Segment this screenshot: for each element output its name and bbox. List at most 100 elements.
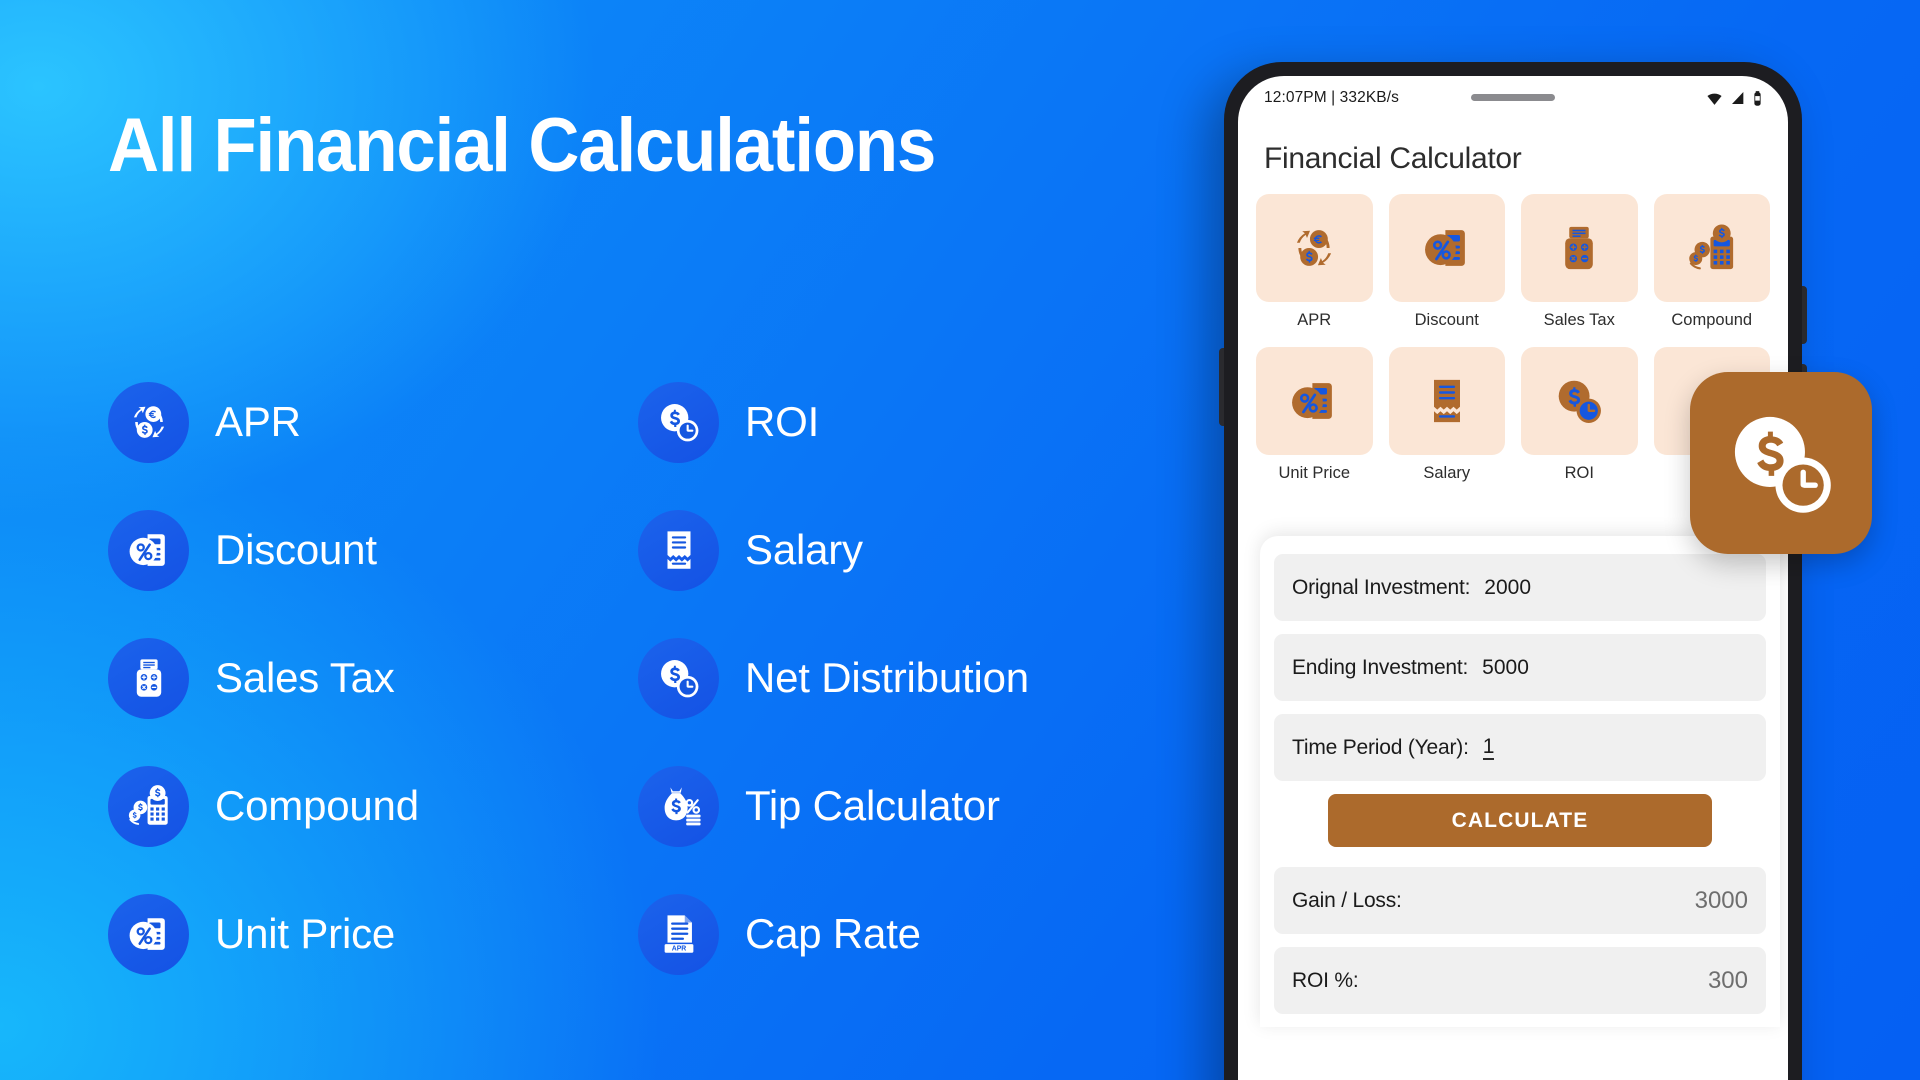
tile-label: Sales Tax	[1543, 311, 1615, 329]
coin-clock-icon	[1553, 375, 1605, 427]
field-label: Ending Investment:	[1292, 655, 1469, 679]
form-results: Gain / Loss: 3000 ROI %: 300	[1274, 867, 1766, 1014]
tile-label: Salary	[1423, 464, 1471, 482]
feature-item: Discount	[108, 486, 578, 614]
app-title: Financial Calculator	[1264, 142, 1522, 175]
feature-icon-badge	[108, 765, 189, 847]
feature-item: ROI	[638, 358, 1108, 486]
feature-icon-badge	[638, 765, 719, 847]
feature-item: Unit Price	[108, 870, 578, 998]
form-field-row[interactable]: Ending Investment: 5000	[1274, 634, 1766, 701]
currency-exchange-icon	[126, 399, 172, 445]
calculate-button[interactable]: CALCULATE	[1328, 794, 1712, 847]
feature-item: Cap Rate	[638, 870, 1108, 998]
feature-item: APR	[108, 358, 578, 486]
feature-item: Tip Calculator	[638, 742, 1108, 870]
field-input[interactable]: 5000	[1482, 656, 1529, 680]
phone-mockup: 12:07PM | 332KB/s Financial Calculator A…	[1219, 62, 1807, 1080]
phone-side-button	[1219, 348, 1224, 426]
result-label: ROI %:	[1292, 968, 1359, 992]
tile-label: Compound	[1671, 311, 1753, 329]
feature-label: Cap Rate	[745, 910, 921, 957]
tile-surface[interactable]	[1521, 194, 1638, 302]
promo-panel: All Financial Calculations APR ROI Discoun…	[0, 0, 1230, 1080]
page-title: All Financial Calculations	[108, 103, 936, 188]
calculator-tile[interactable]: Sales Tax	[1521, 194, 1638, 343]
receipt-icon	[656, 527, 702, 573]
status-icon-group	[1706, 90, 1762, 107]
signal-icon	[1730, 90, 1746, 106]
feature-icon-badge	[638, 381, 719, 463]
tile-surface[interactable]	[1388, 194, 1505, 302]
coins-calculator-icon	[1686, 222, 1738, 274]
coin-clock-icon	[1722, 404, 1840, 522]
battery-icon	[1753, 90, 1762, 107]
feature-icon-badge	[638, 509, 719, 591]
calculator-tile[interactable]: Discount	[1388, 194, 1505, 343]
feature-icon-badge	[108, 509, 189, 591]
tile-label: ROI	[1564, 464, 1594, 482]
feature-icon-badge	[108, 637, 189, 719]
result-value: 3000	[1694, 886, 1748, 914]
apr-document-icon	[656, 911, 702, 957]
calculator-tile[interactable]: ROI	[1521, 347, 1638, 496]
form-field-row[interactable]: Time Period (Year): 1	[1274, 714, 1766, 781]
calculator-keys-icon	[126, 655, 172, 701]
tile-surface[interactable]	[1653, 194, 1770, 302]
calculator-tile[interactable]: Compound	[1653, 194, 1770, 343]
feature-label: APR	[215, 398, 301, 445]
feature-icon-badge	[108, 381, 189, 463]
feature-list: APR ROI Discount Salary Sales Tax Net Distrib…	[108, 358, 1168, 998]
coin-clock-icon	[656, 655, 702, 701]
roi-form-card: Orignal Investment: 2000 Ending Investment…	[1260, 536, 1780, 1027]
tile-surface[interactable]	[1256, 194, 1373, 302]
status-bar: 12:07PM | 332KB/s	[1238, 76, 1788, 120]
feature-label: Salary	[745, 526, 863, 573]
feature-label: ROI	[745, 398, 820, 445]
camera-pill	[1471, 94, 1555, 101]
coins-calculator-icon	[126, 783, 172, 829]
result-row: ROI %: 300	[1274, 947, 1766, 1014]
calculator-tile[interactable]: Unit Price	[1256, 347, 1373, 496]
feature-label: Sales Tax	[215, 654, 395, 701]
form-fields: Orignal Investment: 2000 Ending Investment…	[1274, 554, 1766, 781]
feature-icon-badge	[638, 637, 719, 719]
phone-screen: 12:07PM | 332KB/s Financial Calculator A…	[1238, 76, 1788, 1080]
percent-calculator-icon	[126, 911, 172, 957]
form-field-row[interactable]: Orignal Investment: 2000	[1274, 554, 1766, 621]
feature-item: Salary	[638, 486, 1108, 614]
calculator-keys-icon	[1553, 222, 1605, 274]
feature-label: Tip Calculator	[745, 782, 1000, 829]
field-input[interactable]: 1	[1482, 736, 1495, 760]
feature-item: Net Distribution	[638, 614, 1108, 742]
feature-item: Compound	[108, 742, 578, 870]
tile-surface[interactable]	[1256, 347, 1373, 455]
feature-label: Discount	[215, 526, 377, 573]
coin-clock-icon	[656, 399, 702, 445]
feature-label: Net Distribution	[745, 654, 1029, 701]
wifi-icon	[1706, 90, 1723, 107]
tile-label: Unit Price	[1278, 464, 1351, 482]
money-bag-percent-icon	[656, 783, 702, 829]
feature-icon-badge	[638, 893, 719, 975]
feature-label: Compound	[215, 782, 419, 829]
percent-calculator-icon	[126, 527, 172, 573]
calculator-tile[interactable]: Salary	[1388, 347, 1505, 496]
status-clock: 12:07PM | 332KB/s	[1264, 89, 1399, 106]
tile-surface[interactable]	[1521, 347, 1638, 455]
result-value: 300	[1707, 966, 1748, 994]
field-label: Time Period (Year):	[1292, 735, 1469, 759]
feature-label: Unit Price	[215, 910, 396, 957]
currency-exchange-icon	[1288, 222, 1340, 274]
feature-item: Sales Tax	[108, 614, 578, 742]
field-input[interactable]: 2000	[1484, 576, 1531, 600]
tile-label: Discount	[1414, 311, 1479, 329]
app-launcher-icon	[1690, 372, 1872, 554]
percent-calculator-icon	[1288, 375, 1340, 427]
receipt-icon	[1421, 375, 1473, 427]
tile-surface[interactable]	[1388, 347, 1505, 455]
calculator-tile[interactable]: APR	[1256, 194, 1373, 343]
percent-calculator-icon	[1421, 222, 1473, 274]
feature-icon-badge	[108, 893, 189, 975]
promo-banner: All Financial Calculations APR ROI Discoun…	[0, 0, 1920, 1080]
